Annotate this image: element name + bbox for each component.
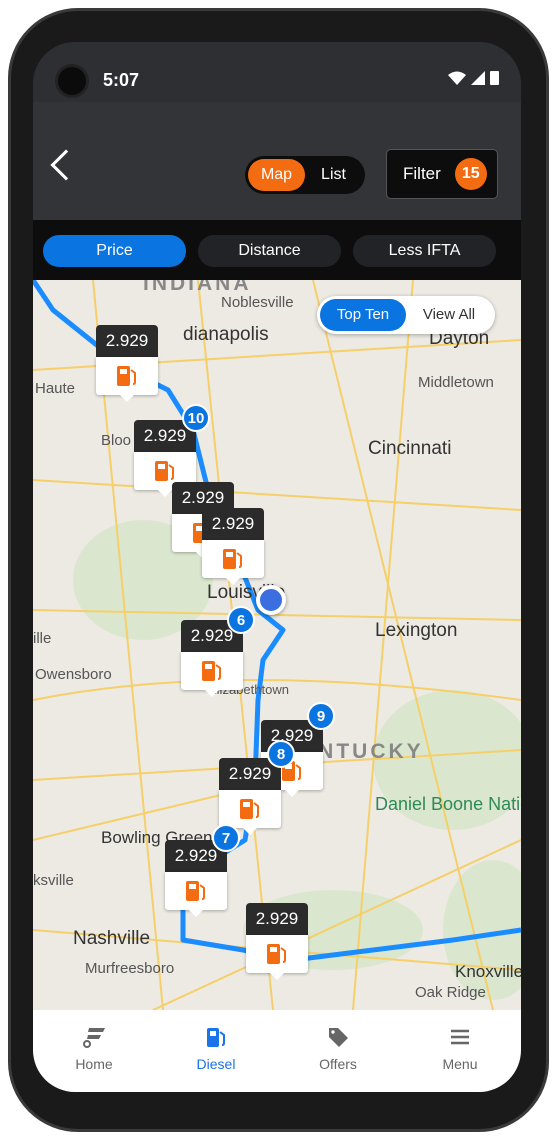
menu-icon <box>451 1029 469 1045</box>
map-label: Haute <box>35 380 76 397</box>
status-bar: 5:07 <box>33 42 521 102</box>
fuel-pump-icon <box>186 881 205 901</box>
chip-less-ifta[interactable]: Less IFTA <box>353 235 496 267</box>
list-view-button[interactable]: List <box>305 159 362 191</box>
nav-menu[interactable]: Menu <box>399 1010 521 1092</box>
map-label: Daniel Boone National Forest <box>375 794 521 814</box>
sort-chips: Price Distance Less IFTA <box>33 220 521 280</box>
fuel-pump-icon <box>155 461 174 481</box>
nav-label: Diesel <box>196 1056 236 1072</box>
map-label: ille <box>33 630 52 647</box>
rank-badge: 6 <box>227 606 255 634</box>
marker-icon-box <box>202 540 264 585</box>
chip-price[interactable]: Price <box>43 235 186 267</box>
tag-icon <box>329 1028 348 1047</box>
map-label: Knoxville <box>455 962 521 981</box>
price-marker[interactable]: 2.929 <box>202 508 264 585</box>
map-label: dianapolis <box>183 324 269 345</box>
rank-badge: 10 <box>182 404 210 432</box>
map-label: Middletown <box>418 374 494 391</box>
map-label: ksville <box>33 872 74 889</box>
nav-home[interactable]: Home <box>33 1010 155 1092</box>
map[interactable]: INDIANA Noblesville dianapolis Haute Blo… <box>33 280 521 1010</box>
map-label: Owensboro <box>35 666 112 683</box>
map-label: Nashville <box>73 928 151 949</box>
view-toggle: Map List <box>245 156 365 194</box>
marker-price: 2.929 <box>246 903 308 935</box>
rank-badge: 8 <box>267 740 295 768</box>
camera-icon <box>55 64 89 98</box>
header: Map List Filter 15 <box>33 102 521 220</box>
price-marker[interactable]: 2.929 <box>96 325 158 402</box>
map-label: Noblesville <box>221 294 294 311</box>
map-label: Lexington <box>375 620 458 641</box>
fuel-pump-icon <box>223 549 242 569</box>
marker-icon-box <box>181 652 243 697</box>
signal-icon <box>471 70 485 85</box>
current-location-dot <box>256 585 286 615</box>
clock: 5:07 <box>103 70 140 90</box>
chip-distance[interactable]: Distance <box>198 235 341 267</box>
map-label: Murfreesboro <box>85 960 175 977</box>
marker-price: 2.929 <box>96 325 158 357</box>
map-view-button[interactable]: Map <box>248 159 305 191</box>
top-ten-button[interactable]: Top Ten <box>320 299 406 331</box>
marker-icon-box <box>246 935 308 980</box>
map-label: Cincinnati <box>368 438 452 459</box>
bottom-nav: Home Diesel Offers Menu <box>33 1010 521 1092</box>
filter-count-badge: 15 <box>454 158 487 190</box>
marker-icon-box <box>96 357 158 402</box>
marker-icon-box <box>165 872 227 917</box>
price-marker[interactable]: 2.929 <box>165 840 227 917</box>
fuel-pump-icon <box>202 661 221 681</box>
map-label: Bloo <box>101 432 132 449</box>
fuel-pump-icon <box>267 944 286 964</box>
marker-price: 2.929 <box>202 508 264 540</box>
fuel-pump-icon <box>240 799 259 819</box>
price-marker[interactable]: 2.929 <box>219 758 281 835</box>
marker-icon-box <box>219 790 281 835</box>
view-all-button[interactable]: View All <box>406 299 492 331</box>
top-ten-toggle: Top Ten View All <box>317 296 495 334</box>
rank-badge: 7 <box>212 824 240 852</box>
price-marker[interactable]: 2.929 <box>134 420 196 497</box>
wifi-icon <box>448 71 466 85</box>
nav-label: Home <box>75 1056 113 1072</box>
nav-offers[interactable]: Offers <box>277 1010 399 1092</box>
price-marker[interactable]: 2.929 <box>246 903 308 980</box>
filter-label: Filter <box>403 164 441 183</box>
screen: 5:07 Map List Filter 15 Price Distance L… <box>33 42 521 1092</box>
nav-diesel[interactable]: Diesel <box>155 1010 277 1092</box>
rank-badge: 9 <box>307 702 335 730</box>
map-label: Oak Ridge <box>415 984 486 1001</box>
home-logo-icon <box>83 1028 105 1048</box>
filter-button[interactable]: Filter 15 <box>386 149 498 199</box>
fuel-pump-icon <box>207 1028 225 1047</box>
nav-label: Offers <box>319 1056 357 1072</box>
fuel-pump-icon <box>117 366 136 386</box>
battery-icon <box>490 71 499 85</box>
back-icon[interactable] <box>50 149 82 181</box>
nav-label: Menu <box>442 1056 478 1072</box>
